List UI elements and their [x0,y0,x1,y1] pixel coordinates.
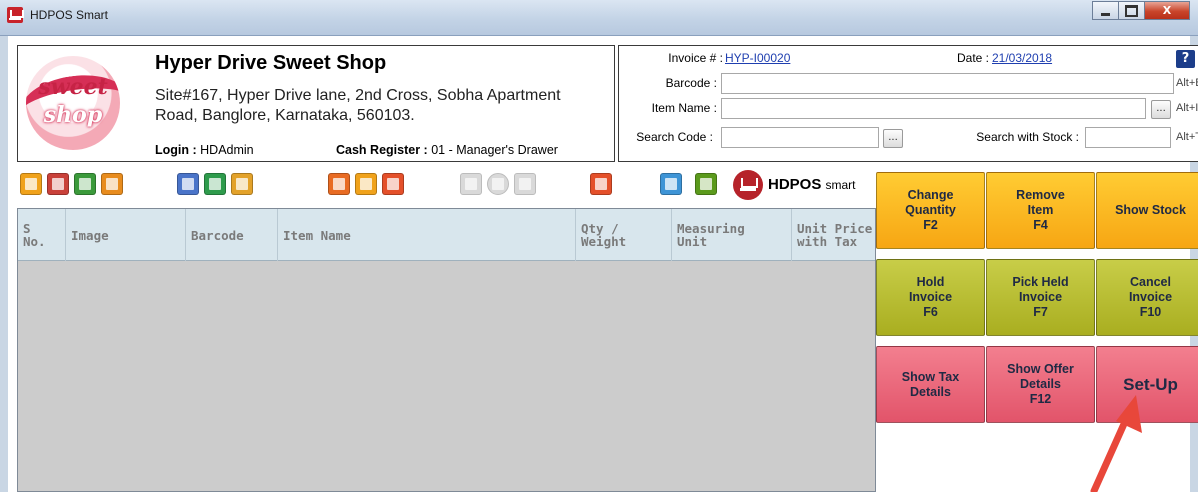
hdpos-app-icon [7,7,24,23]
item-name-label: Item Name : [651,101,717,115]
address-line-2: Road, Banglore, Karnataka, 560103. [155,107,415,124]
user-icon[interactable] [660,173,682,195]
close-button[interactable]: X [1144,1,1190,20]
cash-register-info: Cash Register : 01 - Manager's Drawer [336,143,558,157]
settings-icon[interactable] [695,173,717,195]
toolbar: HDPOS smart [17,170,877,204]
item-name-input[interactable] [721,98,1146,119]
window-controls: X [1092,1,1190,20]
column-header-sno[interactable]: S No. [18,209,66,261]
hdpos-logo-icon [733,170,763,200]
maximize-button[interactable] [1118,1,1145,20]
address-line-1: Site#167, Hyper Drive lane, 2nd Cross, S… [155,87,561,104]
search-with-stock-input[interactable] [1085,127,1171,148]
date-link[interactable]: 21/03/2018 [992,51,1052,65]
cancel-icon [514,173,536,195]
change-quantity-button[interactable]: Change Quantity F2 [876,172,985,249]
title-bar: HDPOS Smart X [0,0,1198,36]
sales-report-icon[interactable] [74,173,96,195]
login-info: Login : HDAdmin [155,143,254,157]
cash-register-label: Cash Register : [336,143,428,157]
column-header-barcode[interactable]: Barcode [186,209,278,261]
login-label: Login : [155,143,197,157]
annotation-arrow [1090,395,1142,492]
invoice-search-panel: Invoice # : HYP-I00020 Date : 21/03/2018… [618,45,1198,162]
notes-icon[interactable] [355,173,377,195]
purchase-report-icon[interactable] [101,173,123,195]
invoice-items-grid[interactable]: S No. Image Barcode Item Name Qty / Weig… [17,208,876,492]
hdpos-brand: HDPOS smart [768,176,856,193]
export-icon[interactable] [382,173,404,195]
search-with-stock-shortcut: Alt+T [1176,131,1198,143]
edit-invoice-icon[interactable] [177,173,199,195]
logo-word-sweet: sweet [38,74,108,100]
item-name-browse-button[interactable]: ... [1151,100,1171,119]
column-header-image[interactable]: Image [66,209,186,261]
hdpos-brand-main: HDPOS [768,176,822,193]
invoice-number-label: Invoice # : [668,51,723,65]
grid-header: S No. Image Barcode Item Name Qty / Weig… [18,209,875,261]
customer-icon[interactable] [231,173,253,195]
invoice-number-link[interactable]: HYP-I00020 [725,51,790,65]
cart-icon[interactable] [204,173,226,195]
minimize-button[interactable] [1092,1,1119,20]
cancel-invoice-button[interactable]: Cancel Invoice F10 [1096,259,1198,336]
search-code-label: Search Code : [636,130,713,144]
cash-register-value: 01 - Manager's Drawer [431,143,558,157]
pick-held-invoice-button[interactable]: Pick Held Invoice F7 [986,259,1095,336]
show-tax-details-button[interactable]: Show Tax Details [876,346,985,423]
remove-item-button[interactable]: Remove Item F4 [986,172,1095,249]
search-with-stock-label: Search with Stock : [976,130,1079,144]
barcode-shortcut: Alt+B [1176,77,1198,89]
window-title: HDPOS Smart [30,8,109,22]
login-value: HDAdmin [200,143,254,157]
delivery-icon[interactable] [328,173,350,195]
grid-body[interactable] [18,261,875,491]
help-button[interactable]: ? [1176,50,1195,68]
hdpos-brand-suffix: smart [825,178,856,192]
item-name-shortcut: Alt+I [1176,102,1198,114]
report-icon[interactable] [47,173,69,195]
hold-invoice-button[interactable]: Hold Invoice F6 [876,259,985,336]
windows-icon[interactable] [590,173,612,195]
column-header-unit-price[interactable]: Unit Price with Tax [792,209,875,261]
date-label: Date : [956,51,989,65]
column-header-measuring-unit[interactable]: Measuring Unit [672,209,792,261]
shop-address: Site#167, Hyper Drive lane, 2nd Cross, S… [155,86,605,126]
shop-name: Hyper Drive Sweet Shop [155,52,387,74]
disabled-action-icon [487,173,509,195]
annotation-arrow-shaft [1090,411,1132,492]
show-stock-button[interactable]: Show Stock [1096,172,1198,249]
shop-info-panel: sweet shop Hyper Drive Sweet Shop Site#1… [17,45,615,162]
main-window: sweet shop Hyper Drive Sweet Shop Site#1… [8,36,1198,492]
checklist-icon [460,173,482,195]
sweet-shop-logo: sweet shop [26,56,120,150]
barcode-label: Barcode : [665,76,717,90]
logo-word-shop: shop [43,102,103,128]
search-code-input[interactable] [721,127,879,148]
column-header-item-name[interactable]: Item Name [278,209,576,261]
column-header-qty-weight[interactable]: Qty / Weight [576,209,672,261]
search-code-browse-button[interactable]: ... [883,129,903,148]
calendar-icon[interactable] [20,173,42,195]
barcode-input[interactable] [721,73,1174,94]
